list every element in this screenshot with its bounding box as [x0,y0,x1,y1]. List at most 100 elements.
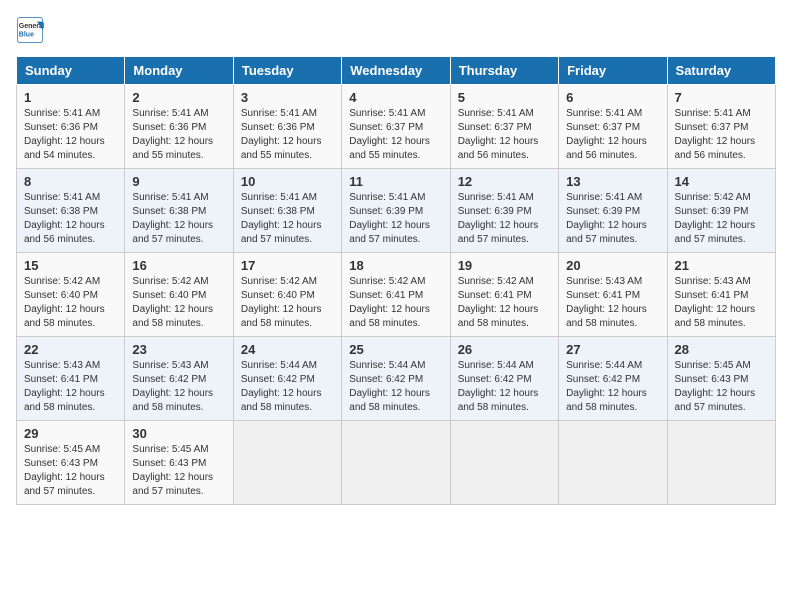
day-info: Sunrise: 5:42 AM Sunset: 6:40 PM Dayligh… [241,275,334,331]
day-info: Sunrise: 5:45 AM Sunset: 6:43 PM Dayligh… [675,359,768,415]
calendar-cell: 10 Sunrise: 5:41 AM Sunset: 6:38 PM Dayli… [233,169,341,253]
calendar-cell [342,421,450,505]
calendar-week-2: 8 Sunrise: 5:41 AM Sunset: 6:38 PM Daylig… [17,169,776,253]
day-number: 9 [132,174,225,189]
calendar-cell: 22Sunrise: 5:43 AM Sunset: 6:41 PM Dayli… [17,337,125,421]
calendar-body: 1 Sunrise: 5:41 AM Sunset: 6:36 PM Daylig… [17,85,776,505]
day-number: 10 [241,174,334,189]
calendar-cell: 27 Sunrise: 5:44 AM Sunset: 6:42 PM Dayli… [559,337,667,421]
day-number: 12 [458,174,551,189]
day-info: Sunrise: 5:43 AM Sunset: 6:41 PM Dayligh… [675,275,768,331]
day-info: Sunrise: 5:42 AM Sunset: 6:39 PM Dayligh… [675,191,768,247]
day-number: 1 [24,90,117,105]
day-info: Sunrise: 5:41 AM Sunset: 6:36 PM Dayligh… [132,107,225,163]
day-info: Sunrise: 5:44 AM Sunset: 6:42 PM Dayligh… [566,359,659,415]
calendar-cell: 19 Sunrise: 5:42 AM Sunset: 6:41 PM Dayli… [450,253,558,337]
day-number: 11 [349,174,442,189]
calendar-cell: 8 Sunrise: 5:41 AM Sunset: 6:38 PM Daylig… [17,169,125,253]
day-number: 16 [132,258,225,273]
calendar-week-1: 1 Sunrise: 5:41 AM Sunset: 6:36 PM Daylig… [17,85,776,169]
calendar-cell [559,421,667,505]
day-number: 26 [458,342,551,357]
calendar-cell: 29 Sunrise: 5:45 AM Sunset: 6:43 PM Dayli… [17,421,125,505]
day-number: 17 [241,258,334,273]
calendar-header-tuesday: Tuesday [233,57,341,85]
day-number: 3 [241,90,334,105]
calendar-cell: 20Sunrise: 5:43 AM Sunset: 6:41 PM Dayli… [559,253,667,337]
day-info: Sunrise: 5:41 AM Sunset: 6:39 PM Dayligh… [566,191,659,247]
day-info: Sunrise: 5:41 AM Sunset: 6:39 PM Dayligh… [458,191,551,247]
calendar-header-thursday: Thursday [450,57,558,85]
calendar-cell: 24 Sunrise: 5:44 AM Sunset: 6:42 PM Dayli… [233,337,341,421]
calendar-header-monday: Monday [125,57,233,85]
calendar-cell: 11Sunrise: 5:41 AM Sunset: 6:39 PM Dayli… [342,169,450,253]
day-number: 5 [458,90,551,105]
day-number: 4 [349,90,442,105]
day-info: Sunrise: 5:41 AM Sunset: 6:36 PM Dayligh… [241,107,334,163]
day-info: Sunrise: 5:45 AM Sunset: 6:43 PM Dayligh… [24,443,117,499]
day-number: 28 [675,342,768,357]
calendar-cell: 1Sunrise: 5:41 AM Sunset: 6:36 PM Daylig… [17,85,125,169]
calendar-cell: 28 Sunrise: 5:45 AM Sunset: 6:43 PM Dayli… [667,337,775,421]
calendar-header-row: SundayMondayTuesdayWednesdayThursdayFrid… [17,57,776,85]
day-number: 2 [132,90,225,105]
calendar-cell: 18 Sunrise: 5:42 AM Sunset: 6:41 PM Dayli… [342,253,450,337]
day-number: 29 [24,426,117,441]
calendar-cell: 4 Sunrise: 5:41 AM Sunset: 6:37 PM Daylig… [342,85,450,169]
calendar-header-sunday: Sunday [17,57,125,85]
day-info: Sunrise: 5:42 AM Sunset: 6:41 PM Dayligh… [349,275,442,331]
calendar-cell: 3 Sunrise: 5:41 AM Sunset: 6:36 PM Daylig… [233,85,341,169]
calendar-cell: 25 Sunrise: 5:44 AM Sunset: 6:42 PM Dayli… [342,337,450,421]
calendar-cell: 21Sunrise: 5:43 AM Sunset: 6:41 PM Dayli… [667,253,775,337]
calendar-cell: 5 Sunrise: 5:41 AM Sunset: 6:37 PM Daylig… [450,85,558,169]
day-number: 8 [24,174,117,189]
calendar-cell: 12 Sunrise: 5:41 AM Sunset: 6:39 PM Dayli… [450,169,558,253]
calendar-week-3: 15 Sunrise: 5:42 AM Sunset: 6:40 PM Dayli… [17,253,776,337]
logo: General Blue [16,16,44,44]
calendar-header-saturday: Saturday [667,57,775,85]
day-info: Sunrise: 5:42 AM Sunset: 6:41 PM Dayligh… [458,275,551,331]
day-info: Sunrise: 5:41 AM Sunset: 6:38 PM Dayligh… [132,191,225,247]
logo-icon: General Blue [16,16,44,44]
page-header: General Blue [16,16,776,44]
day-info: Sunrise: 5:42 AM Sunset: 6:40 PM Dayligh… [24,275,117,331]
day-number: 22 [24,342,117,357]
day-number: 27 [566,342,659,357]
day-info: Sunrise: 5:41 AM Sunset: 6:37 PM Dayligh… [458,107,551,163]
day-number: 24 [241,342,334,357]
calendar-cell: 13 Sunrise: 5:41 AM Sunset: 6:39 PM Dayli… [559,169,667,253]
day-number: 20 [566,258,659,273]
calendar-cell: 23 Sunrise: 5:43 AM Sunset: 6:42 PM Dayli… [125,337,233,421]
calendar-cell: 17 Sunrise: 5:42 AM Sunset: 6:40 PM Dayli… [233,253,341,337]
day-info: Sunrise: 5:41 AM Sunset: 6:37 PM Dayligh… [349,107,442,163]
day-number: 13 [566,174,659,189]
day-info: Sunrise: 5:44 AM Sunset: 6:42 PM Dayligh… [458,359,551,415]
day-info: Sunrise: 5:44 AM Sunset: 6:42 PM Dayligh… [241,359,334,415]
day-number: 7 [675,90,768,105]
svg-text:Blue: Blue [19,31,34,38]
calendar-cell: 26 Sunrise: 5:44 AM Sunset: 6:42 PM Dayli… [450,337,558,421]
day-info: Sunrise: 5:43 AM Sunset: 6:42 PM Dayligh… [132,359,225,415]
day-info: Sunrise: 5:44 AM Sunset: 6:42 PM Dayligh… [349,359,442,415]
day-info: Sunrise: 5:41 AM Sunset: 6:38 PM Dayligh… [241,191,334,247]
calendar-cell: 6Sunrise: 5:41 AM Sunset: 6:37 PM Daylig… [559,85,667,169]
calendar-cell: 7Sunrise: 5:41 AM Sunset: 6:37 PM Daylig… [667,85,775,169]
calendar-header-friday: Friday [559,57,667,85]
day-number: 23 [132,342,225,357]
day-number: 15 [24,258,117,273]
calendar-week-5: 29 Sunrise: 5:45 AM Sunset: 6:43 PM Dayli… [17,421,776,505]
day-number: 19 [458,258,551,273]
calendar-cell [667,421,775,505]
day-info: Sunrise: 5:41 AM Sunset: 6:37 PM Dayligh… [566,107,659,163]
day-number: 18 [349,258,442,273]
calendar-cell [450,421,558,505]
calendar-week-4: 22Sunrise: 5:43 AM Sunset: 6:41 PM Dayli… [17,337,776,421]
day-number: 30 [132,426,225,441]
day-info: Sunrise: 5:45 AM Sunset: 6:43 PM Dayligh… [132,443,225,499]
calendar-header-wednesday: Wednesday [342,57,450,85]
calendar-cell: 2 Sunrise: 5:41 AM Sunset: 6:36 PM Daylig… [125,85,233,169]
day-number: 25 [349,342,442,357]
calendar-cell: 16Sunrise: 5:42 AM Sunset: 6:40 PM Dayli… [125,253,233,337]
day-info: Sunrise: 5:41 AM Sunset: 6:38 PM Dayligh… [24,191,117,247]
calendar-cell: 9 Sunrise: 5:41 AM Sunset: 6:38 PM Daylig… [125,169,233,253]
